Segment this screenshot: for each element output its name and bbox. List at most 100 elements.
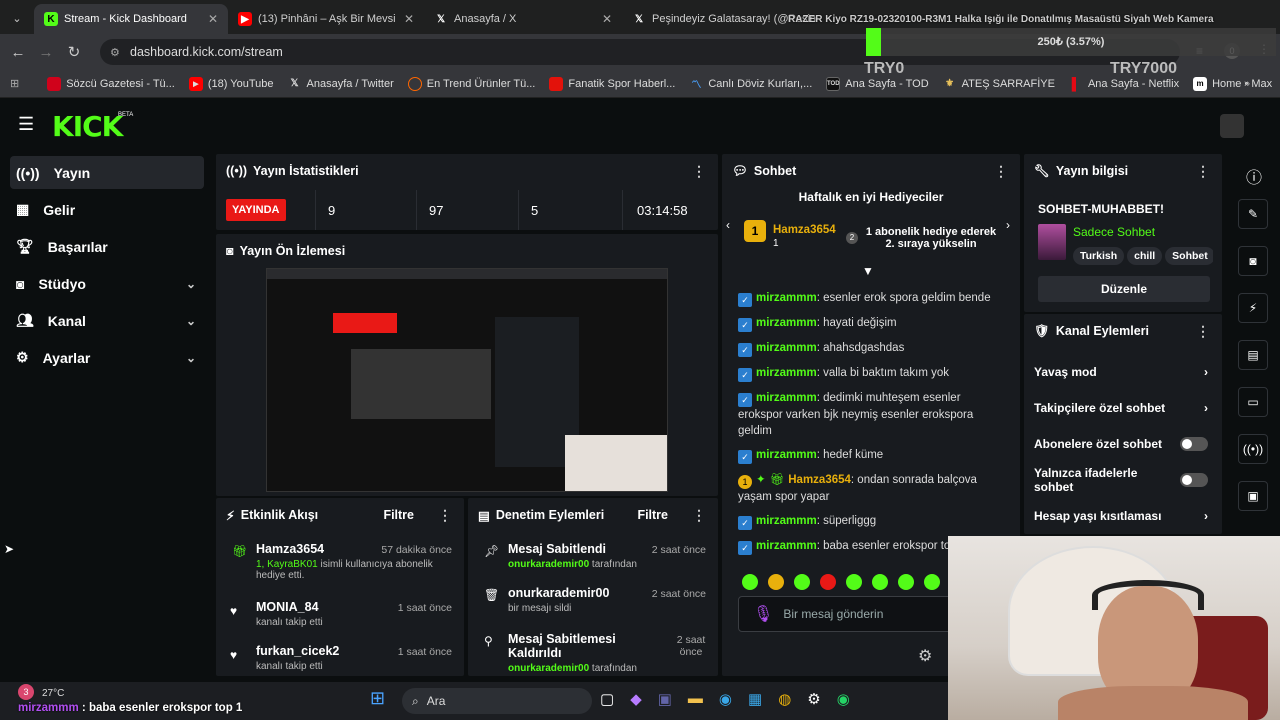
chevron-left-icon[interactable]: ‹ (726, 218, 730, 232)
emote-icon[interactable] (924, 574, 940, 590)
url-field[interactable]: ⚙ dashboard.kick.com/stream (100, 39, 1180, 65)
emote-icon[interactable] (872, 574, 888, 590)
sidebar-item-kanal[interactable]: 👥︎ Kanal ⌄ (10, 304, 204, 337)
moderator-name[interactable]: onurkarademir00 (508, 559, 589, 570)
top-gifter-name[interactable]: Hamza3654 (773, 224, 836, 236)
tag[interactable]: Turkish (1073, 247, 1125, 265)
chat-username[interactable]: mirzammm (756, 367, 817, 379)
windows-start-icon[interactable]: ⊞ (370, 688, 392, 710)
more-options-icon[interactable]: ⋮ (692, 163, 706, 180)
bookmark-ates[interactable]: ⚜ ATEŞ SARRAFİYE (943, 77, 1055, 91)
chat-bubble-icon[interactable]: ▭ (1238, 387, 1268, 417)
whatsapp-icon[interactable]: ◉ (837, 690, 850, 708)
account-age-row[interactable]: Hesap yaşı kısıtlaması › (1024, 498, 1222, 534)
filter-button[interactable]: Filtre (637, 508, 668, 522)
weather-temp[interactable]: 27°C (42, 688, 64, 699)
category-thumbnail[interactable] (1038, 224, 1066, 260)
followers-only-row[interactable]: Takipçilere özel sohbet › (1024, 390, 1222, 426)
back-icon[interactable]: ← (4, 44, 32, 61)
file-explorer-icon[interactable]: ▬ (688, 690, 703, 708)
moderation-icon[interactable]: ▣ (1238, 481, 1268, 511)
edit-button[interactable]: Düzenle (1038, 276, 1210, 302)
emote-icon[interactable] (820, 574, 836, 590)
emote-only-toggle[interactable] (1180, 473, 1208, 487)
microphone-icon[interactable]: 🎙︎ (753, 604, 773, 624)
stream-preview-video[interactable] (266, 268, 668, 492)
bookmark-trend[interactable]: En Trend Ürünler Tü... (407, 76, 535, 91)
chat-username[interactable]: mirzammm (756, 540, 817, 552)
emote-icon[interactable] (898, 574, 914, 590)
bookmark-fanatik[interactable]: Fanatik Spor Haberl... (549, 76, 675, 91)
edit-pencil-icon[interactable]: ✎ (1238, 199, 1268, 229)
slow-mode-row[interactable]: Yavaş mod › (1024, 354, 1222, 390)
chat-settings-icon[interactable]: ⚙ (918, 646, 932, 666)
info-icon[interactable]: ⓘ (1238, 152, 1280, 199)
store-icon[interactable]: ▦ (748, 690, 762, 708)
bookmark-twitter[interactable]: 𝕏 Anasayfa / Twitter (288, 77, 393, 91)
sidebar-item-basarilar[interactable]: 🏆︎ Başarılar (10, 230, 204, 263)
sidebar-item-gelir[interactable]: ▦ Gelir (10, 193, 204, 226)
tab-x-home[interactable]: 𝕏 Anasayfa / X ✕ (424, 4, 622, 34)
chat-username[interactable]: mirzammm (756, 292, 817, 304)
apps-icon[interactable]: ⊞ (10, 77, 19, 90)
bookmark-sozcu[interactable]: Sözcü Gazetesi - Tü... (47, 76, 175, 91)
copilot-icon[interactable]: ◆ (630, 690, 642, 708)
sidebar-item-yayin[interactable]: ((•)) Yayın (10, 156, 204, 189)
user-avatar[interactable] (1220, 114, 1244, 138)
emote-icon[interactable] (846, 574, 862, 590)
tab-kick-dashboard[interactable]: K Stream - Kick Dashboard ✕ (34, 4, 228, 34)
media-icon[interactable]: ≡ (1196, 44, 1203, 58)
chat-username[interactable]: mirzammm (756, 449, 817, 461)
chat-username[interactable]: Hamza3654 (788, 474, 851, 486)
collapse-icon[interactable]: ▼ (862, 264, 874, 278)
broadcast-icon[interactable]: ((•)) (1238, 434, 1268, 464)
edge-icon[interactable]: ◉ (719, 690, 732, 708)
settings-icon[interactable]: ⚙ (807, 690, 820, 708)
more-options-icon[interactable]: ⋮ (994, 163, 1008, 180)
close-icon[interactable]: ✕ (602, 12, 612, 26)
chevron-right-icon[interactable]: › (1006, 218, 1010, 232)
more-options-icon[interactable]: ⋮ (438, 507, 452, 524)
more-options-icon[interactable]: ⋮ (1196, 323, 1210, 340)
tab-x-galatasaray[interactable]: 𝕏 Peşindeyiz Galatasaray! (@Pesin (622, 4, 852, 34)
sidebar-item-ayarlar[interactable]: ⚙ Ayarlar ⌄ (10, 341, 204, 374)
bookmark-youtube[interactable]: ▶ (18) YouTube (188, 76, 274, 91)
tag[interactable]: Sohbet (1165, 247, 1213, 265)
profile-avatar[interactable]: 0 (1224, 43, 1240, 59)
moderator-name[interactable]: onurkarademir00 (508, 663, 589, 674)
more-options-icon[interactable]: ⋮ (1196, 163, 1210, 180)
camera-icon[interactable]: ◙ (1238, 246, 1268, 276)
lightning-icon[interactable]: ⚡︎ (1238, 293, 1268, 323)
bookmark-tod[interactable]: TOD Ana Sayfa - TOD (826, 76, 929, 91)
bookmark-max[interactable]: m Home • Max (1193, 76, 1272, 91)
close-icon[interactable]: ✕ (208, 12, 218, 26)
emote-icon[interactable] (742, 574, 758, 590)
document-icon[interactable]: ▤ (1238, 340, 1268, 370)
category-name[interactable]: Sadece Sohbet (1073, 225, 1155, 239)
chrome-icon[interactable]: ◍ (778, 690, 791, 708)
tag[interactable]: chill (1127, 247, 1163, 265)
forward-icon[interactable]: → (32, 44, 60, 61)
reload-icon[interactable]: ↻ (60, 43, 88, 61)
chat-username[interactable]: mirzammm (756, 342, 817, 354)
bookmark-netflix[interactable]: ▌ Ana Sayfa - Netflix (1069, 77, 1179, 91)
teams-icon[interactable]: ▣ (658, 690, 672, 708)
menu-icon[interactable]: ⋮ (1258, 42, 1270, 56)
emote-icon[interactable] (794, 574, 810, 590)
task-view-icon[interactable]: ▢ (600, 690, 614, 708)
chat-username[interactable]: mirzammm (756, 515, 817, 527)
kick-logo[interactable]: KICK (52, 110, 123, 143)
chat-username[interactable]: mirzammm (756, 317, 817, 329)
site-info-icon[interactable]: ⚙ (110, 46, 120, 59)
more-bookmarks-icon[interactable]: » (1244, 78, 1250, 90)
close-icon[interactable]: ✕ (404, 12, 414, 26)
filter-button[interactable]: Filtre (383, 508, 414, 522)
hamburger-menu-icon[interactable]: ☰ (18, 114, 34, 135)
subscribers-only-toggle[interactable] (1180, 437, 1208, 451)
bookmark-doviz[interactable]: 〽 Canlı Döviz Kurları,... (689, 77, 812, 92)
sidebar-item-studyo[interactable]: ◙ Stüdyo ⌄ (10, 267, 204, 300)
emote-icon[interactable] (768, 574, 784, 590)
more-options-icon[interactable]: ⋮ (692, 507, 706, 524)
tab-search-button[interactable]: ⌄ (0, 4, 34, 34)
tab-youtube[interactable]: ▶ (13) Pinhâni – Aşk Bir Mevsi ✕ (228, 4, 424, 34)
